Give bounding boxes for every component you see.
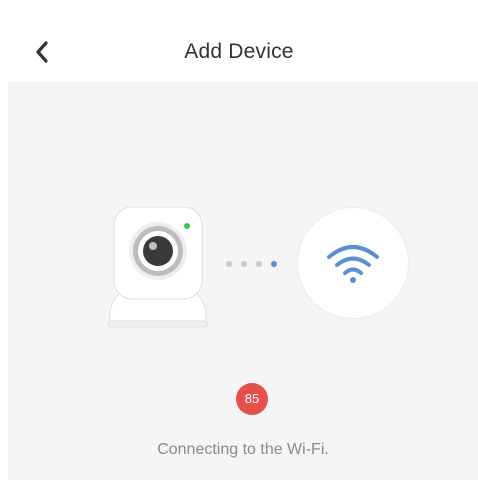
progress-dot — [226, 261, 232, 267]
wifi-icon — [327, 245, 379, 283]
camera-illustration — [106, 206, 210, 331]
connection-dots — [226, 261, 286, 269]
progress-dot — [256, 261, 262, 267]
progress-badge: 85 — [236, 383, 268, 415]
header-bar: Add Device — [0, 0, 478, 82]
page-title: Add Device — [184, 40, 294, 63]
add-device-screen: Add Device 85 Connecting to the Wi-Fi. — [0, 0, 478, 480]
wifi-illustration — [298, 208, 408, 318]
status-message: Connecting to the Wi-Fi. — [157, 441, 329, 458]
progress-dot-active — [271, 261, 277, 267]
progress-dot — [241, 261, 247, 267]
camera-icon — [107, 206, 209, 328]
connection-panel: 85 Connecting to the Wi-Fi. — [8, 82, 478, 480]
